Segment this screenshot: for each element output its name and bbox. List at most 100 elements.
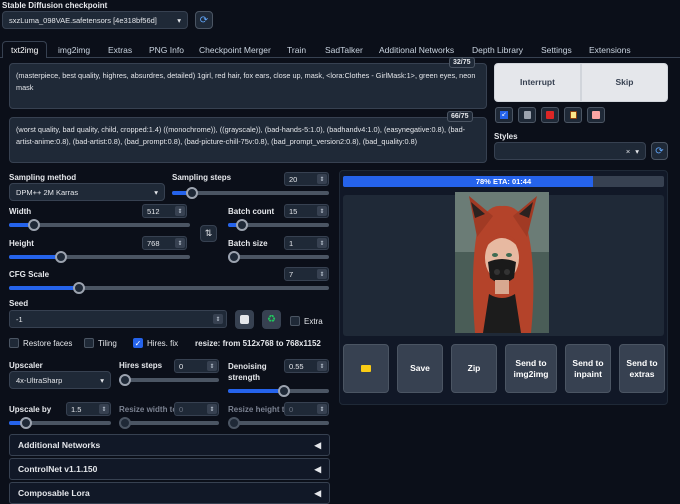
tiling-checkbox[interactable]	[84, 338, 94, 348]
upscale-by-label: Upscale by	[9, 405, 52, 414]
slider-thumb[interactable]	[55, 251, 68, 263]
stepper-icon[interactable]: ⇕	[213, 314, 223, 324]
refresh-checkpoint-button[interactable]: ⟳	[195, 11, 213, 29]
extra-checkbox[interactable]	[290, 316, 300, 326]
save-button[interactable]: Save	[397, 344, 443, 393]
sampling-steps-slider[interactable]	[172, 187, 329, 199]
upscale-by-slider[interactable]	[9, 417, 111, 429]
stepper-icon[interactable]: ⇕	[317, 404, 327, 414]
accordion-controlnet[interactable]: ControlNet v1.1.150 ◀	[9, 458, 330, 480]
send-to-img2img-button[interactable]: Send to img2img	[505, 344, 557, 393]
resize-width-input[interactable]: 0 ⇕	[174, 402, 219, 416]
sampling-method-select[interactable]: DPM++ 2M Karras ▾	[9, 183, 165, 201]
slider-thumb[interactable]	[28, 219, 41, 231]
restore-faces-checkbox[interactable]	[9, 338, 19, 348]
reuse-seed-button[interactable]: ♻	[262, 310, 281, 329]
upscale-by-input[interactable]: 1.5 ⇕	[66, 402, 111, 416]
slider-thumb[interactable]	[186, 187, 199, 199]
tab-checkpoint-merger[interactable]: Checkpoint Merger	[199, 41, 271, 58]
stepper-icon[interactable]: ⇕	[317, 269, 327, 279]
slider-thumb[interactable]	[73, 282, 86, 294]
stepper-icon[interactable]: ⇕	[317, 238, 327, 248]
interrupt-button[interactable]: Interrupt	[494, 63, 581, 102]
stepper-icon[interactable]: ⇕	[175, 238, 185, 248]
slider-thumb[interactable]	[228, 417, 240, 429]
tab-extensions[interactable]: Extensions	[589, 41, 631, 58]
hires-steps-slider[interactable]	[119, 374, 219, 386]
send-to-extras-button[interactable]: Send to extras	[619, 344, 665, 393]
upscaler-select[interactable]: 4x-UltraSharp ▾	[9, 371, 111, 389]
accordion-composable-lora[interactable]: Composable Lora ◀	[9, 482, 330, 504]
tab-txt2img[interactable]: txt2img	[2, 41, 48, 58]
upscaler-value: 4x-UltraSharp	[16, 375, 63, 385]
batch-size-input[interactable]: 1 ⇕	[284, 236, 329, 250]
height-slider[interactable]	[9, 251, 190, 263]
seed-label: Seed	[9, 299, 29, 308]
slider-thumb[interactable]	[119, 417, 131, 429]
resize-height-input[interactable]: 0 ⇕	[284, 402, 329, 416]
prompt-input[interactable]: (masterpiece, best quality, highres, abs…	[9, 63, 487, 109]
negative-prompt-input[interactable]: (worst quality, bad quality, child, crop…	[9, 117, 487, 163]
tiling-label: Tiling	[98, 339, 117, 348]
slider-thumb[interactable]	[277, 385, 290, 397]
read-params-button[interactable]: ↙	[495, 107, 513, 123]
stepper-icon[interactable]: ⇕	[99, 404, 109, 414]
send-to-inpaint-button[interactable]: Send to inpaint	[565, 344, 611, 393]
slider-thumb[interactable]	[228, 251, 240, 263]
stepper-icon[interactable]: ⇕	[317, 206, 327, 216]
cfg-scale-label: CFG Scale	[9, 270, 50, 279]
stepper-icon[interactable]: ⇕	[317, 361, 327, 371]
close-icon[interactable]: ×	[626, 147, 630, 156]
collapse-arrow-icon: ◀	[314, 463, 321, 474]
batch-count-input[interactable]: 15 ⇕	[284, 204, 329, 218]
hires-fix-checkbox[interactable]: ✓	[133, 338, 143, 348]
dice-icon	[240, 315, 249, 324]
clear-prompt-button[interactable]	[518, 107, 536, 123]
tab-settings[interactable]: Settings	[541, 41, 572, 58]
show-networks-button[interactable]	[541, 107, 559, 123]
tab-sadtalker[interactable]: SadTalker	[325, 41, 363, 58]
stepper-icon[interactable]: ⇕	[175, 206, 185, 216]
sampling-steps-input[interactable]: 20 ⇕	[284, 172, 329, 186]
batch-size-slider[interactable]	[228, 251, 329, 263]
swap-dimensions-button[interactable]: ⇅	[200, 225, 217, 242]
generated-image[interactable]	[455, 192, 549, 333]
open-folder-button[interactable]	[343, 344, 389, 393]
skip-button[interactable]: Skip	[581, 63, 668, 102]
cfg-scale-slider[interactable]	[9, 282, 329, 294]
save-style-button[interactable]	[587, 107, 605, 123]
tab-additional-networks[interactable]: Additional Networks	[379, 41, 454, 58]
resize-width-slider[interactable]	[119, 417, 219, 429]
tab-depth-library[interactable]: Depth Library	[472, 41, 523, 58]
swap-icon: ⇅	[204, 228, 213, 238]
accordion-additional-networks[interactable]: Additional Networks ◀	[9, 434, 330, 456]
denoising-slider[interactable]	[228, 385, 329, 397]
zip-button[interactable]: Zip	[451, 344, 497, 393]
stepper-icon[interactable]: ⇕	[207, 404, 217, 414]
seed-input[interactable]: -1 ⇕	[9, 310, 227, 328]
random-seed-button[interactable]	[235, 310, 254, 329]
styles-select[interactable]: × ▾	[494, 142, 646, 160]
chevron-down-icon[interactable]: ▾	[635, 147, 639, 156]
slider-thumb[interactable]	[236, 219, 249, 231]
apply-style-button[interactable]	[564, 107, 582, 123]
folder-icon	[361, 365, 371, 372]
tab-img2img[interactable]: img2img	[58, 41, 90, 58]
denoising-input[interactable]: 0.55 ⇕	[284, 359, 329, 373]
cfg-scale-input[interactable]: 7 ⇕	[284, 267, 329, 281]
width-input[interactable]: 512 ⇕	[142, 204, 187, 218]
slider-thumb[interactable]	[20, 417, 33, 429]
checkpoint-select[interactable]: sxzLuma_098VAE.safetensors [4e318bf56d] …	[2, 11, 188, 29]
height-input[interactable]: 768 ⇕	[142, 236, 187, 250]
batch-count-slider[interactable]	[228, 219, 329, 231]
resize-height-slider[interactable]	[228, 417, 329, 429]
tab-train[interactable]: Train	[287, 41, 306, 58]
width-slider[interactable]	[9, 219, 190, 231]
slider-thumb[interactable]	[119, 374, 131, 386]
refresh-styles-button[interactable]: ⟳	[651, 142, 668, 160]
stepper-icon[interactable]: ⇕	[207, 361, 217, 371]
tab-png-info[interactable]: PNG Info	[149, 41, 184, 58]
hires-steps-input[interactable]: 0 ⇕	[174, 359, 219, 373]
stepper-icon[interactable]: ⇕	[317, 174, 327, 184]
tab-extras[interactable]: Extras	[108, 41, 132, 58]
